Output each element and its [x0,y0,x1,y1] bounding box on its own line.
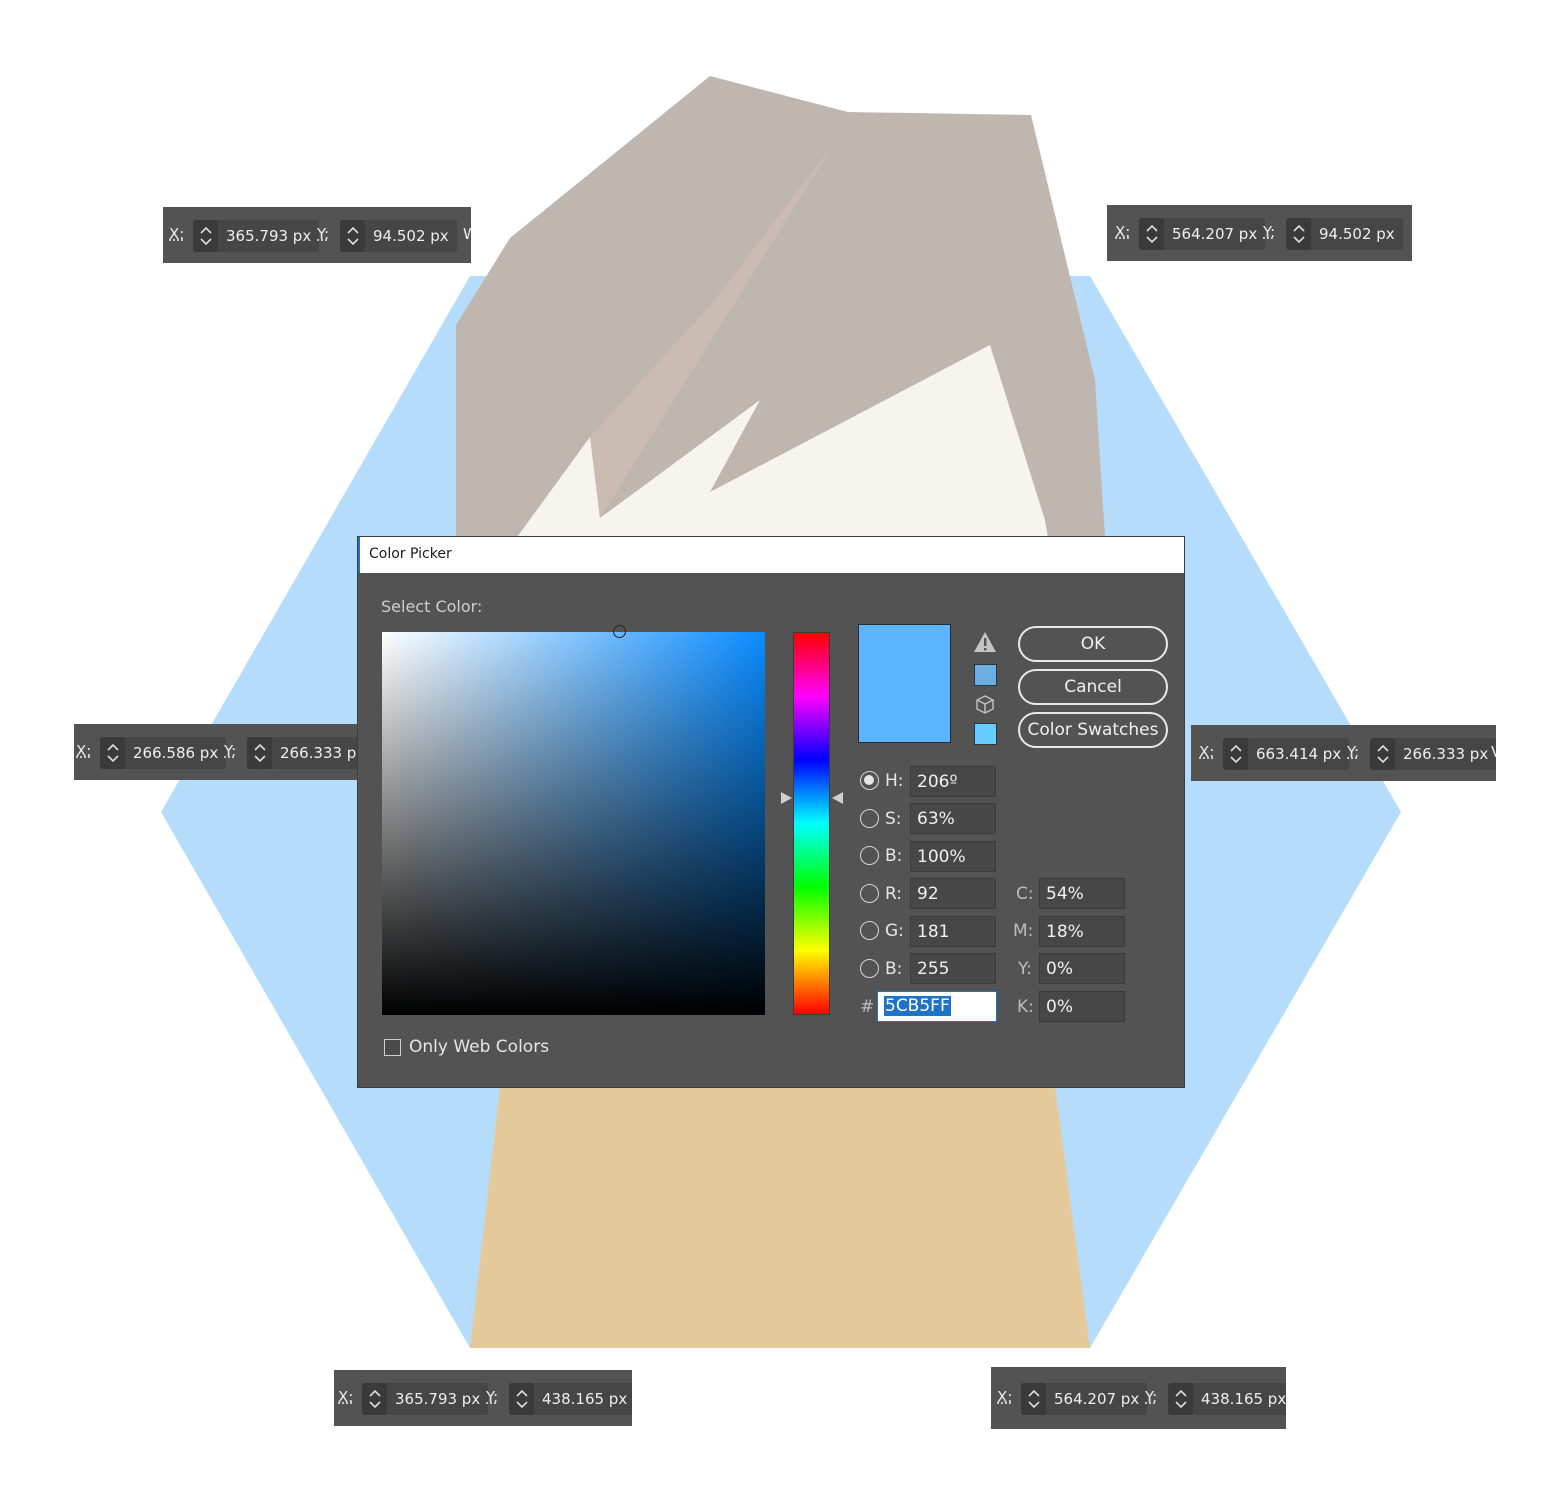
cancel-button[interactable]: Cancel [1018,669,1168,705]
saturation-label: S: [885,809,902,829]
dialog-title: Color Picker [369,546,452,562]
brightness-input[interactable]: 100% [910,841,996,872]
width-label: W [463,225,471,243]
x-input[interactable]: 365.793 px [387,1383,489,1415]
hue-slider-left-arrow-icon[interactable] [780,791,794,805]
green-input[interactable]: 181 [910,916,996,947]
x-label: X: [997,1388,1013,1406]
y-stepper[interactable] [247,737,273,769]
radio-blue[interactable] [860,959,879,978]
y-input[interactable]: 94.502 px [1311,218,1403,250]
y-stepper[interactable] [509,1383,535,1415]
radio-saturation[interactable] [860,809,879,828]
y-label: Y: [317,225,330,243]
neck-shape [470,1087,1090,1348]
red-label: R: [885,884,903,904]
hue-label: H: [885,771,904,791]
y-input[interactable]: 94.502 px [365,220,457,252]
saturation-brightness-field[interactable] [382,632,765,1015]
hex-label: # [860,997,875,1017]
cyan-input[interactable]: 54% [1039,878,1125,909]
hue-slider-right-arrow-icon[interactable] [830,791,844,805]
color-field-cursor[interactable] [613,625,626,638]
only-web-colors-checkbox[interactable] [384,1039,401,1056]
green-label: G: [885,921,904,941]
dialog-titlebar[interactable]: Color Picker [358,537,1184,573]
hex-input[interactable]: 5CB5FF [877,991,997,1022]
y-stepper[interactable] [1370,738,1396,770]
y-stepper[interactable] [1286,218,1312,250]
magenta-input[interactable]: 18% [1039,916,1125,947]
only-web-colors-label[interactable]: Only Web Colors [409,1037,549,1057]
y-stepper[interactable] [1168,1383,1194,1415]
x-label: X: [1115,223,1131,241]
blue-label: B: [885,959,903,979]
x-stepper[interactable] [1021,1383,1047,1415]
gamut-swatch[interactable] [974,664,997,686]
y-input[interactable]: 266.333 px [272,737,360,769]
coord-bar-top-right: X: 564.207 px Y: 94.502 px [1107,205,1412,261]
x-label: X: [169,225,185,243]
x-stepper[interactable] [100,737,126,769]
y-label: Y: [1263,223,1276,241]
ok-button[interactable]: OK [1018,626,1168,662]
yellow-label: Y: [1018,959,1032,979]
x-stepper[interactable] [1139,218,1165,250]
x-label: X: [1199,743,1215,761]
x-label: X: [76,742,92,760]
x-stepper[interactable] [362,1383,388,1415]
y-input[interactable]: 266.333 px [1395,738,1496,770]
select-color-label: Select Color: [381,597,483,616]
cyan-label: C: [1016,884,1034,904]
brightness-label: B: [885,846,903,866]
x-stepper[interactable] [193,220,219,252]
y-label: Y: [1145,1388,1158,1406]
black-input[interactable]: 0% [1039,991,1125,1022]
coord-bar-middle-left: X: 266.586 px Y: 266.333 px [74,724,360,780]
color-swatches-button[interactable]: Color Swatches [1018,712,1168,748]
hex-value: 5CB5FF [884,996,951,1016]
blue-input[interactable]: 255 [910,953,996,984]
y-label: Y: [1347,743,1360,761]
y-stepper[interactable] [340,220,366,252]
saturation-input[interactable]: 63% [910,803,996,834]
new-color-preview [858,624,951,743]
x-input[interactable]: 266.586 px [125,737,227,769]
red-input[interactable]: 92 [910,878,996,909]
radio-green[interactable] [860,921,879,940]
x-input[interactable]: 564.207 px [1046,1383,1148,1415]
yellow-input[interactable]: 0% [1039,953,1125,984]
y-label: Y: [224,742,237,760]
radio-red[interactable] [860,884,879,903]
width-label: V [1491,743,1496,761]
x-input[interactable]: 564.207 px [1164,218,1266,250]
coord-bar-bottom-left: X: 365.793 px Y: 438.165 px [334,1370,632,1426]
magenta-label: M: [1013,921,1034,941]
y-input[interactable]: 438.165 px [1193,1383,1286,1415]
hue-input[interactable]: 206º [910,766,996,797]
x-stepper[interactable] [1223,738,1249,770]
radio-hue[interactable] [860,771,879,790]
y-label: Y: [486,1388,499,1406]
x-input[interactable]: 663.414 px [1248,738,1350,770]
black-label: K: [1017,997,1034,1017]
gamut-warning-icon [974,632,996,652]
coord-bar-middle-right: X: 663.414 px Y: 266.333 px V [1191,725,1496,781]
coord-bar-top-left: X: 365.793 px Y: 94.502 px W [163,207,471,263]
x-label: X: [338,1388,354,1406]
x-input[interactable]: 365.793 px [218,220,320,252]
color-picker-dialog: Color Picker Select Color: OK Cancel Col… [358,537,1184,1087]
web-safe-swatch[interactable] [974,723,997,745]
hue-slider[interactable] [793,632,830,1015]
web-safe-cube-icon [976,695,994,714]
radio-brightness[interactable] [860,846,879,865]
coord-bar-bottom-right: X: 564.207 px Y: 438.165 px [991,1367,1286,1429]
y-input[interactable]: 438.165 px [534,1383,632,1415]
